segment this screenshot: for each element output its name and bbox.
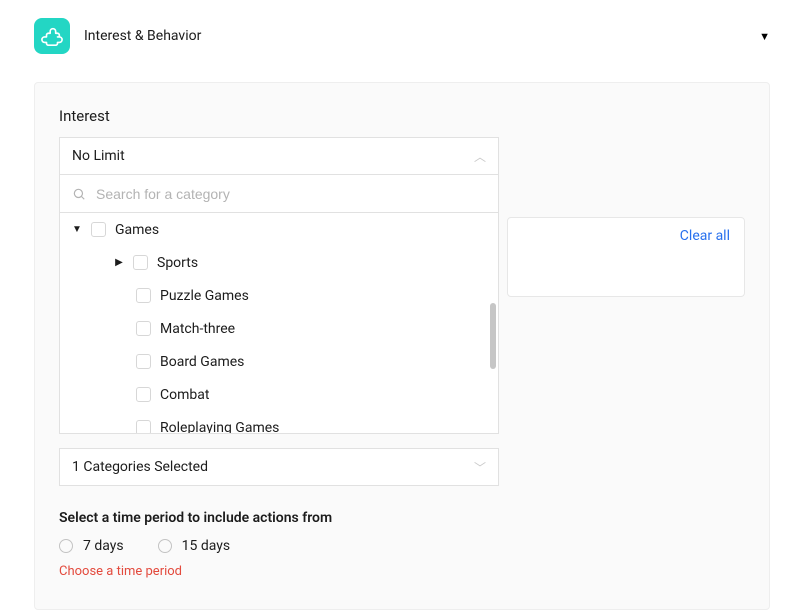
selected-summary[interactable]: 1 Categories Selected ﹀ [59, 448, 499, 486]
tree-row-games[interactable]: ▼ Games [60, 213, 498, 246]
tree-label: Match-three [160, 321, 235, 337]
interest-dropdown-wrap: No Limit ︿ ▼ Games ▶ Sports [59, 137, 499, 486]
caret-down-icon[interactable]: ▼ [72, 224, 82, 235]
section-header[interactable]: Interest & Behavior ▼ [12, 18, 770, 54]
interest-limit-value: No Limit [72, 148, 125, 164]
scrollbar-thumb[interactable] [490, 303, 496, 369]
chevron-down-icon: ﹀ [474, 459, 486, 476]
tree-row-sports[interactable]: ▶ Sports [60, 246, 498, 279]
radio-7-days[interactable]: 7 days [59, 538, 124, 554]
checkbox[interactable] [136, 387, 151, 402]
tree-row-board[interactable]: Board Games [60, 345, 498, 378]
category-search-row [59, 175, 499, 213]
checkbox[interactable] [91, 222, 106, 237]
tree-label: Games [115, 222, 159, 238]
tree-row-matchthree[interactable]: Match-three [60, 312, 498, 345]
category-tree: ▼ Games ▶ Sports Puzzle Games Match-thre… [59, 213, 499, 434]
tree-row-puzzle[interactable]: Puzzle Games [60, 279, 498, 312]
time-period-radios: 7 days 15 days [59, 538, 745, 554]
checkbox[interactable] [136, 420, 151, 434]
radio-label: 15 days [182, 538, 230, 554]
time-period-label: Select a time period to include actions … [59, 510, 745, 526]
tree-label: Puzzle Games [160, 288, 249, 304]
search-icon [72, 187, 86, 201]
chevron-down-icon[interactable]: ▼ [759, 30, 770, 43]
checkbox[interactable] [133, 255, 148, 270]
chevron-up-icon: ︿ [474, 148, 486, 165]
interest-panel: Interest No Limit ︿ ▼ Games ▶ [34, 82, 770, 610]
category-search-input[interactable] [94, 185, 486, 203]
selected-summary-text: 1 Categories Selected [72, 459, 208, 475]
radio-button[interactable] [158, 539, 172, 553]
caret-right-icon[interactable]: ▶ [114, 257, 124, 268]
radio-label: 7 days [83, 538, 124, 554]
radio-button[interactable] [59, 539, 73, 553]
interest-label: Interest [59, 107, 745, 125]
tree-label: Board Games [160, 354, 244, 370]
tree-row-combat[interactable]: Combat [60, 378, 498, 411]
checkbox[interactable] [136, 321, 151, 336]
section-title: Interest & Behavior [84, 28, 745, 44]
tree-row-rpg[interactable]: Roleplaying Games [60, 411, 498, 434]
clear-all-link[interactable]: Clear all [522, 228, 730, 244]
checkbox[interactable] [136, 288, 151, 303]
interest-limit-select[interactable]: No Limit ︿ [59, 137, 499, 175]
tree-label: Sports [157, 255, 198, 271]
tree-label: Combat [160, 387, 209, 403]
radio-15-days[interactable]: 15 days [158, 538, 230, 554]
selection-pane: Clear all [507, 217, 745, 297]
checkbox[interactable] [136, 354, 151, 369]
tree-label: Roleplaying Games [160, 420, 279, 435]
puzzle-piece-icon [34, 18, 70, 54]
